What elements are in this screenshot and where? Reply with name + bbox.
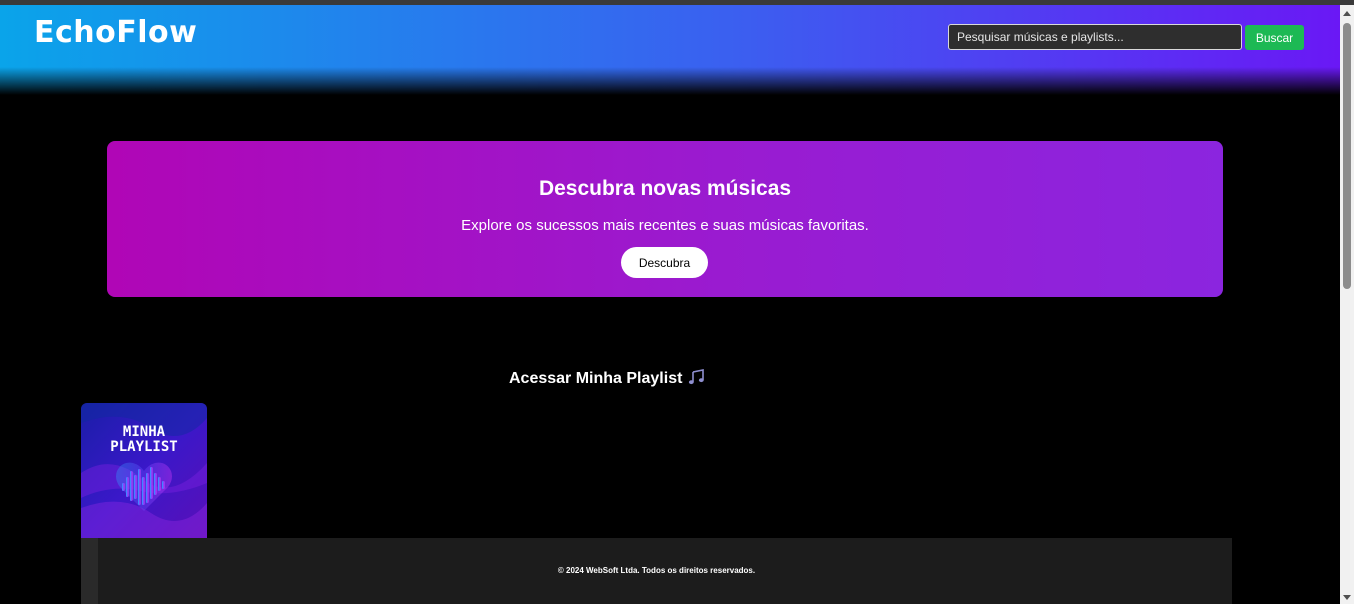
page-scrollbar[interactable] [1340, 5, 1354, 604]
hero-subtitle: Explore os sucessos mais recentes e suas… [461, 217, 869, 234]
footer-copyright: © 2024 WebSoft Ltda. Todos os direitos r… [557, 566, 756, 575]
playlist-section-title-text: Acessar Minha Playlist [509, 370, 683, 387]
hero-title: Descubra novas músicas [538, 177, 792, 200]
playlist-cover-image: MINHA PLAYLIST [81, 403, 207, 538]
playlist-section-title[interactable]: Acessar Minha Playlist [509, 369, 705, 390]
scroll-down-arrow-icon[interactable] [1343, 595, 1351, 600]
scroll-thumb[interactable] [1343, 23, 1351, 289]
playlist-cover-line2: PLAYLIST [110, 439, 177, 455]
music-notes-icon [688, 369, 705, 390]
playlist-cover-line1: MINHA [123, 424, 166, 440]
site-footer: © 2024 WebSoft Ltda. Todos os direitos r… [81, 538, 1232, 604]
search-input[interactable] [948, 24, 1242, 50]
my-playlist-card[interactable]: MINHA PLAYLIST [81, 403, 207, 538]
header-fade [0, 67, 1340, 95]
scroll-up-arrow-icon[interactable] [1343, 11, 1351, 16]
logo[interactable]: EchoFlow [34, 15, 197, 50]
discover-button[interactable]: Descubra [621, 247, 708, 278]
site-header: EchoFlow Buscar [0, 5, 1340, 95]
hero-banner: Descubra novas músicas Explore os sucess… [107, 141, 1223, 297]
search-button[interactable]: Buscar [1245, 25, 1304, 50]
